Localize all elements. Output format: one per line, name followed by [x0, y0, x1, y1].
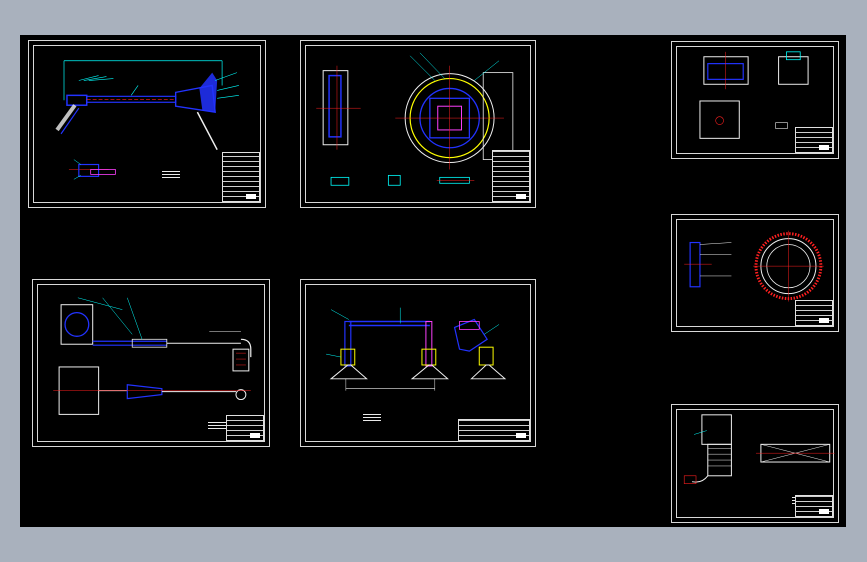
sheet-note: [208, 422, 226, 431]
drawing-sheet-2[interactable]: [300, 40, 536, 208]
drawing-sheet-5[interactable]: [32, 279, 270, 447]
title-block: [795, 300, 833, 326]
title-block: [222, 152, 260, 202]
drawing-sheet-3[interactable]: [671, 41, 839, 159]
title-block-logo: [819, 509, 829, 514]
title-block: [226, 415, 264, 441]
drawing-sheet-6[interactable]: [300, 279, 536, 447]
title-block-logo: [819, 318, 829, 323]
title-block-logo: [246, 194, 256, 199]
drawing-sheet-4[interactable]: [671, 214, 839, 332]
title-block-logo: [250, 433, 260, 438]
drawing-sheet-1[interactable]: [28, 40, 266, 208]
sheet-note: [162, 171, 180, 180]
drawing-sheet-7[interactable]: [671, 404, 839, 523]
title-block-logo: [516, 194, 526, 199]
title-block: [492, 150, 530, 202]
title-block-logo: [819, 145, 829, 150]
sheet-note: [363, 414, 381, 423]
title-block: [795, 495, 833, 517]
title-block: [795, 127, 833, 153]
title-block-logo: [516, 433, 526, 438]
cad-model-space[interactable]: [20, 35, 846, 527]
title-block: [458, 419, 530, 441]
